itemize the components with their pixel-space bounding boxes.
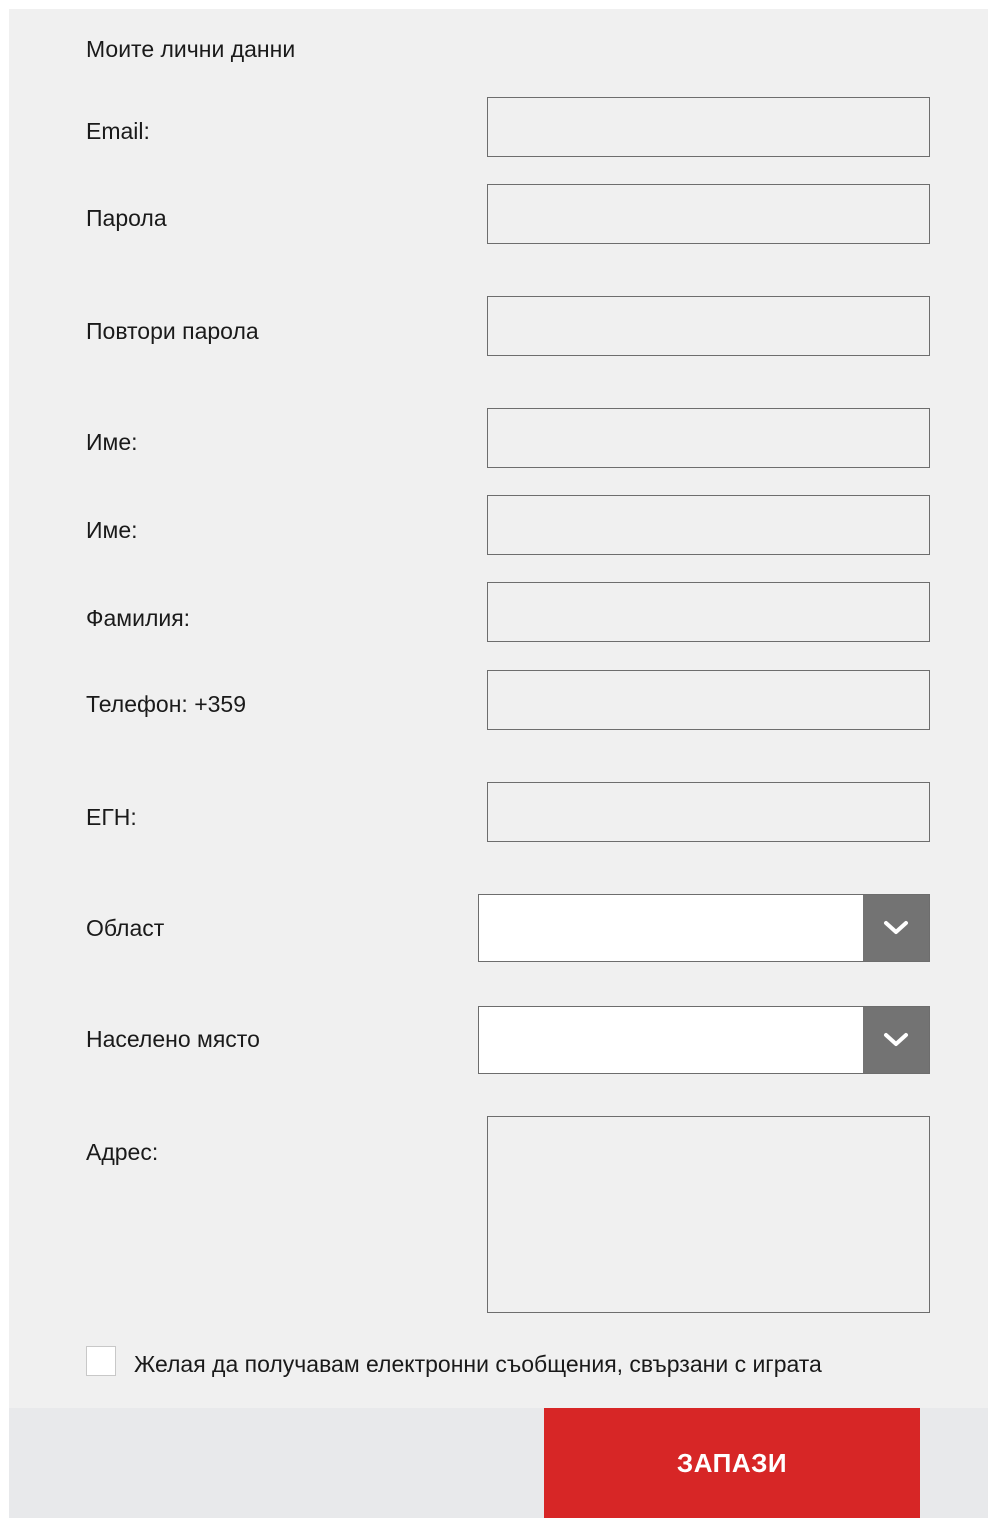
address-label: Адрес:	[86, 1139, 159, 1165]
settlement-label: Населено място	[86, 1026, 260, 1052]
name-label: Име:	[86, 429, 138, 455]
newsletter-label[interactable]: Желая да получавам електронни съобщения,…	[134, 1351, 822, 1377]
egn-field[interactable]	[487, 782, 930, 842]
chevron-down-icon	[884, 1033, 908, 1046]
region-select[interactable]	[478, 894, 930, 962]
second-name-field[interactable]	[487, 495, 930, 555]
name-field[interactable]	[487, 408, 930, 468]
second-name-label: Име:	[86, 517, 138, 543]
region-label: Област	[86, 915, 165, 941]
phone-field[interactable]	[487, 670, 930, 730]
settlement-dropdown-button[interactable]	[863, 1007, 929, 1073]
phone-label: Телефон: +359	[86, 691, 247, 717]
region-dropdown-button[interactable]	[863, 895, 929, 961]
address-field[interactable]	[487, 1116, 930, 1313]
repeat-password-label: Повтори парола	[86, 318, 259, 344]
surname-label: Фамилия:	[86, 605, 191, 631]
password-label: Парола	[86, 205, 167, 231]
section-title: Моите лични данни	[86, 36, 296, 62]
save-button[interactable]: ЗАПАЗИ	[544, 1408, 920, 1518]
email-field[interactable]	[487, 97, 930, 157]
password-field[interactable]	[487, 184, 930, 244]
egn-label: ЕГН:	[86, 804, 137, 830]
chevron-down-icon	[884, 921, 908, 934]
newsletter-checkbox[interactable]	[86, 1346, 116, 1376]
email-label: Email:	[86, 118, 150, 144]
settlement-select[interactable]	[478, 1006, 930, 1074]
surname-field[interactable]	[487, 582, 930, 642]
repeat-password-field[interactable]	[487, 296, 930, 356]
